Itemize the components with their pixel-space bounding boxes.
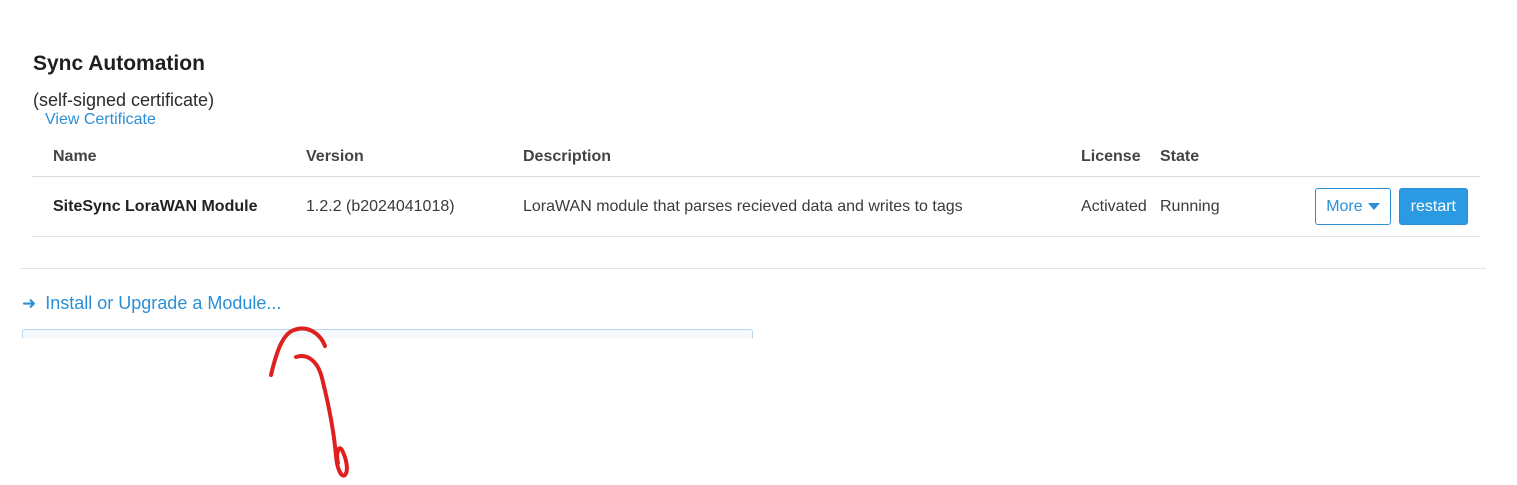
column-header-actions — [1280, 137, 1480, 177]
table-row: SiteSync LoraWAN Module 1.2.2 (b20240410… — [32, 176, 1480, 237]
module-state: Running — [1160, 176, 1280, 237]
table-header-row: Name Version Description License State — [32, 137, 1480, 177]
module-license: Activated — [1081, 176, 1160, 237]
vendor-title: Sync Automation — [33, 52, 205, 75]
modules-table: Name Version Description License State S… — [32, 137, 1480, 237]
modules-page: Sync Automation (self-signed certificate… — [0, 0, 1517, 485]
view-certificate-link[interactable]: View Certificate — [45, 111, 156, 129]
module-description: LoraWAN module that parses recieved data… — [523, 176, 1081, 237]
module-name: SiteSync LoraWAN Module — [32, 176, 306, 237]
column-header-license: License — [1081, 137, 1160, 177]
column-header-description: Description — [523, 137, 1081, 177]
install-upgrade-module-link[interactable]: ➜ Install or Upgrade a Module... — [22, 293, 281, 314]
install-module-panel — [22, 329, 753, 338]
module-actions: More restart — [1280, 176, 1480, 237]
module-version: 1.2.2 (b2024041018) — [306, 176, 523, 237]
arrow-right-icon: ➜ — [22, 294, 37, 313]
certificate-note: (self-signed certificate) — [33, 90, 215, 110]
install-upgrade-label: Install or Upgrade a Module... — [45, 293, 282, 313]
caret-down-icon — [1367, 203, 1380, 211]
section-divider — [20, 268, 1486, 269]
more-button[interactable]: More — [1315, 188, 1391, 225]
column-header-version: Version — [306, 137, 523, 177]
column-header-state: State — [1160, 137, 1280, 177]
restart-button[interactable]: restart — [1398, 188, 1468, 225]
column-header-name: Name — [32, 137, 306, 177]
more-button-label: More — [1326, 198, 1363, 215]
red-arrow-annotation — [269, 326, 349, 478]
